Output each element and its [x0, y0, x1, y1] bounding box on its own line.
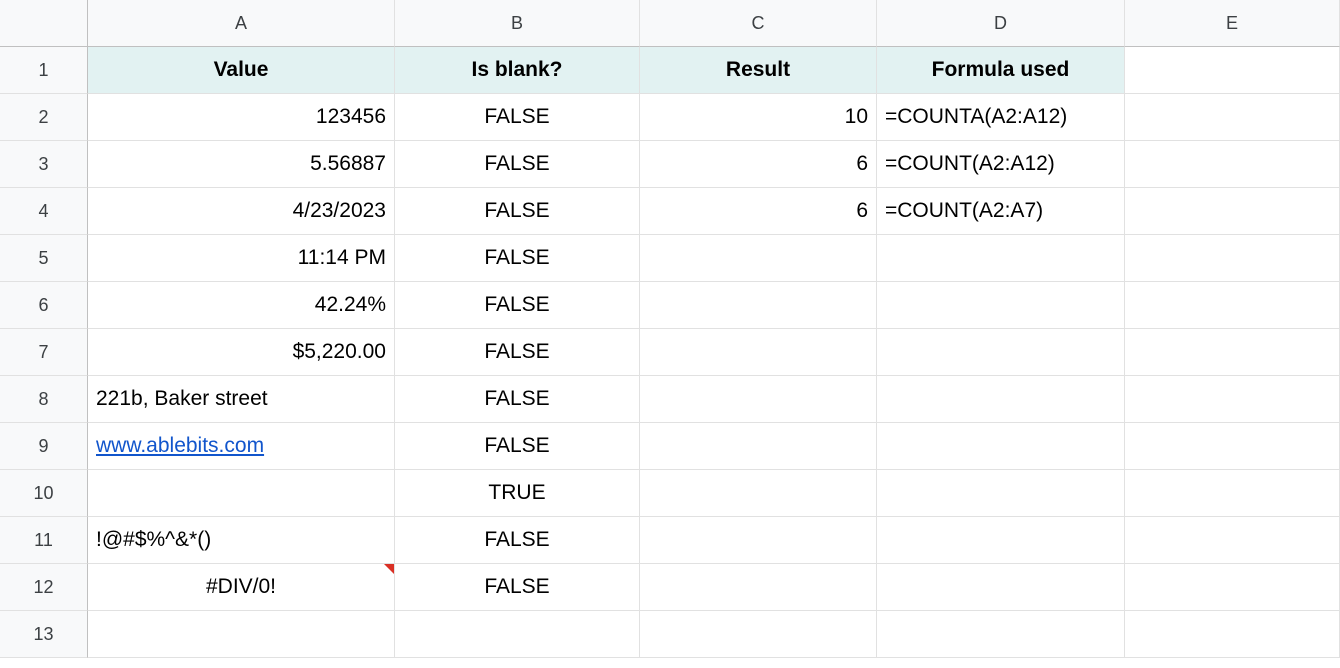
cell-B13[interactable]: [395, 611, 640, 658]
cell-E3[interactable]: [1125, 141, 1340, 188]
cell-D2[interactable]: =COUNTA(A2:A12): [877, 94, 1125, 141]
cell-C9[interactable]: [640, 423, 877, 470]
cell-A3[interactable]: 5.56887: [88, 141, 395, 188]
col-header-A[interactable]: A: [88, 0, 395, 47]
cell-D4[interactable]: =COUNT(A2:A7): [877, 188, 1125, 235]
col-header-B[interactable]: B: [395, 0, 640, 47]
row-header-2[interactable]: 2: [0, 94, 88, 141]
cell-B11[interactable]: FALSE: [395, 517, 640, 564]
cell-D1[interactable]: Formula used: [877, 47, 1125, 94]
cell-B7[interactable]: FALSE: [395, 329, 640, 376]
spreadsheet-grid[interactable]: A B C D E 1 Value Is blank? Result Formu…: [0, 0, 1340, 658]
col-header-D[interactable]: D: [877, 0, 1125, 47]
cell-B12[interactable]: FALSE: [395, 564, 640, 611]
cell-E6[interactable]: [1125, 282, 1340, 329]
cell-A4[interactable]: 4/23/2023: [88, 188, 395, 235]
cell-C6[interactable]: [640, 282, 877, 329]
cell-E11[interactable]: [1125, 517, 1340, 564]
error-value: #DIV/0!: [206, 575, 276, 599]
cell-A8[interactable]: 221b, Baker street: [88, 376, 395, 423]
cell-B6[interactable]: FALSE: [395, 282, 640, 329]
cell-B10[interactable]: TRUE: [395, 470, 640, 517]
cell-A10[interactable]: [88, 470, 395, 517]
cell-B9[interactable]: FALSE: [395, 423, 640, 470]
cell-E13[interactable]: [1125, 611, 1340, 658]
cell-C7[interactable]: [640, 329, 877, 376]
row-header-12[interactable]: 12: [0, 564, 88, 611]
cell-D8[interactable]: [877, 376, 1125, 423]
cell-C13[interactable]: [640, 611, 877, 658]
row-header-1[interactable]: 1: [0, 47, 88, 94]
cell-C1[interactable]: Result: [640, 47, 877, 94]
cell-D13[interactable]: [877, 611, 1125, 658]
cell-B1[interactable]: Is blank?: [395, 47, 640, 94]
cell-C2[interactable]: 10: [640, 94, 877, 141]
cell-A2[interactable]: 123456: [88, 94, 395, 141]
cell-E10[interactable]: [1125, 470, 1340, 517]
cell-D5[interactable]: [877, 235, 1125, 282]
row-header-7[interactable]: 7: [0, 329, 88, 376]
cell-D9[interactable]: [877, 423, 1125, 470]
cell-E8[interactable]: [1125, 376, 1340, 423]
cell-C11[interactable]: [640, 517, 877, 564]
row-header-3[interactable]: 3: [0, 141, 88, 188]
row-header-8[interactable]: 8: [0, 376, 88, 423]
row-header-10[interactable]: 10: [0, 470, 88, 517]
row-header-5[interactable]: 5: [0, 235, 88, 282]
cell-A5[interactable]: 11:14 PM: [88, 235, 395, 282]
cell-A7[interactable]: $5,220.00: [88, 329, 395, 376]
cell-D3[interactable]: =COUNT(A2:A12): [877, 141, 1125, 188]
hyperlink[interactable]: www.ablebits.com: [96, 434, 264, 458]
cell-A13[interactable]: [88, 611, 395, 658]
col-header-C[interactable]: C: [640, 0, 877, 47]
row-header-11[interactable]: 11: [0, 517, 88, 564]
cell-E2[interactable]: [1125, 94, 1340, 141]
col-header-E[interactable]: E: [1125, 0, 1340, 47]
cell-C3[interactable]: 6: [640, 141, 877, 188]
cell-D7[interactable]: [877, 329, 1125, 376]
cell-D12[interactable]: [877, 564, 1125, 611]
cell-E7[interactable]: [1125, 329, 1340, 376]
cell-A6[interactable]: 42.24%: [88, 282, 395, 329]
cell-E5[interactable]: [1125, 235, 1340, 282]
cell-E9[interactable]: [1125, 423, 1340, 470]
cell-C10[interactable]: [640, 470, 877, 517]
row-header-6[interactable]: 6: [0, 282, 88, 329]
cell-A12[interactable]: #DIV/0!: [88, 564, 395, 611]
note-indicator-icon[interactable]: [384, 564, 394, 574]
row-header-13[interactable]: 13: [0, 611, 88, 658]
cell-B4[interactable]: FALSE: [395, 188, 640, 235]
row-header-9[interactable]: 9: [0, 423, 88, 470]
cell-A9[interactable]: www.ablebits.com: [88, 423, 395, 470]
cell-E4[interactable]: [1125, 188, 1340, 235]
select-all-corner[interactable]: [0, 0, 88, 47]
cell-C5[interactable]: [640, 235, 877, 282]
cell-B2[interactable]: FALSE: [395, 94, 640, 141]
cell-A11[interactable]: !@#$%^&*(): [88, 517, 395, 564]
cell-D6[interactable]: [877, 282, 1125, 329]
cell-B3[interactable]: FALSE: [395, 141, 640, 188]
cell-B8[interactable]: FALSE: [395, 376, 640, 423]
cell-D11[interactable]: [877, 517, 1125, 564]
cell-E1[interactable]: [1125, 47, 1340, 94]
cell-B5[interactable]: FALSE: [395, 235, 640, 282]
cell-A1[interactable]: Value: [88, 47, 395, 94]
cell-C12[interactable]: [640, 564, 877, 611]
cell-E12[interactable]: [1125, 564, 1340, 611]
cell-C4[interactable]: 6: [640, 188, 877, 235]
row-header-4[interactable]: 4: [0, 188, 88, 235]
cell-D10[interactable]: [877, 470, 1125, 517]
cell-C8[interactable]: [640, 376, 877, 423]
